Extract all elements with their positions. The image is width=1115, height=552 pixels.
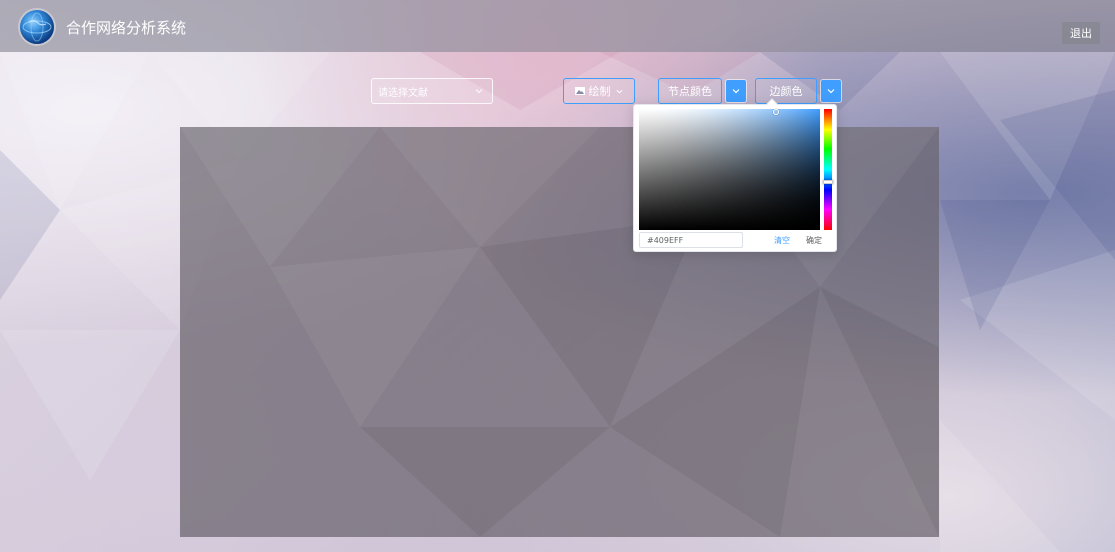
app-title: 合作网络分析系统 (66, 19, 187, 37)
image-icon (574, 87, 585, 95)
chevron-down-icon (615, 89, 623, 93)
hue-slider[interactable] (823, 109, 833, 230)
saturation-value-panel[interactable] (639, 109, 820, 230)
node-color-button[interactable]: 节点颜色 (658, 78, 722, 104)
app-header: 合作网络分析系统 退出 (0, 0, 1115, 52)
chevron-down-icon (827, 89, 835, 94)
color-picker-dropdown: 清空 确定 (633, 98, 837, 252)
edge-color-trigger[interactable] (821, 80, 841, 102)
hex-color-input[interactable] (639, 232, 743, 248)
node-color-label: 节点颜色 (668, 85, 712, 98)
edge-color-label: 边颜色 (769, 85, 803, 98)
saturation-cursor[interactable] (773, 109, 779, 115)
logout-button[interactable]: 退出 (1062, 22, 1100, 44)
chevron-down-icon (732, 89, 740, 94)
clear-button[interactable]: 清空 (774, 233, 790, 247)
draw-button-label: 绘制 (588, 85, 611, 98)
node-color-trigger[interactable] (726, 80, 746, 102)
confirm-button[interactable]: 确定 (806, 233, 822, 247)
hue-slider-thumb[interactable] (823, 179, 833, 184)
globe-icon (20, 10, 54, 44)
edge-color-button[interactable]: 边颜色 (755, 78, 817, 104)
draw-button[interactable]: 绘制 (563, 78, 635, 104)
chevron-down-icon (475, 89, 483, 94)
file-select[interactable]: 请选择文献 (371, 78, 493, 104)
